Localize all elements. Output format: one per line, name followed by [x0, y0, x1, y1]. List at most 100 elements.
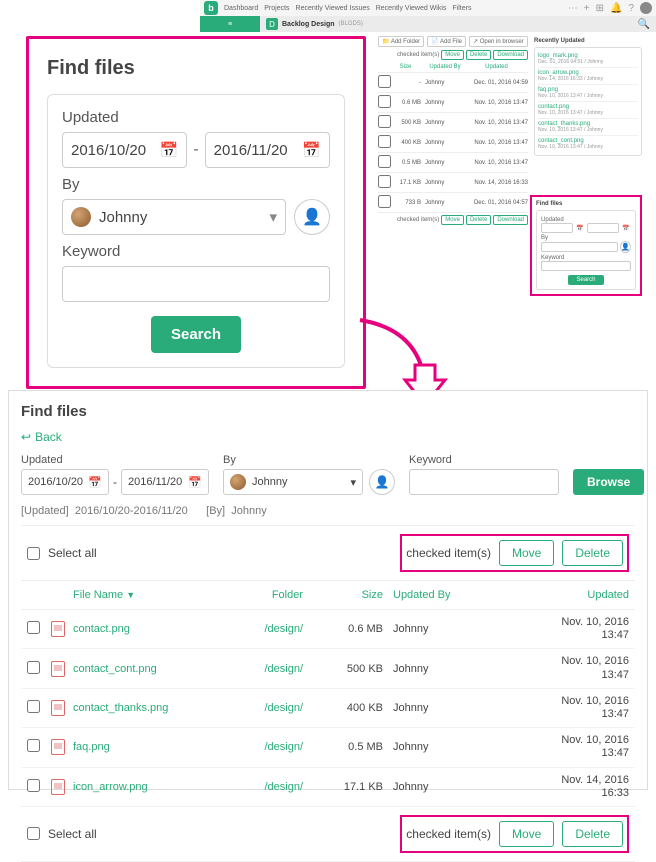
keyword-input[interactable] [62, 266, 330, 302]
folder-link[interactable]: /design/ [264, 663, 303, 675]
plus-icon[interactable]: + [584, 3, 590, 14]
select-all-checkbox[interactable] [27, 827, 40, 840]
date-to-input[interactable]: 2016/11/20📅 [121, 469, 209, 495]
keyword-input[interactable] [541, 261, 631, 271]
calendar-icon[interactable]: 📅 [302, 141, 321, 159]
file-name-link[interactable]: contact_thanks.png [73, 702, 168, 714]
recent-item[interactable]: logo_mark.png Dec. 01, 2016 04:51 / John… [538, 51, 638, 68]
move-button[interactable]: Move [499, 821, 554, 847]
by-label: By [223, 454, 395, 466]
row-checkbox[interactable] [27, 621, 40, 634]
cell-updated: Nov. 14, 201616:33 [493, 774, 629, 800]
select-all-checkbox[interactable] [27, 547, 40, 560]
add-folder-button[interactable]: 📁 Add Folder [378, 36, 424, 47]
move-button[interactable]: Move [441, 215, 464, 225]
search-button[interactable]: Search [151, 316, 241, 353]
add-file-button[interactable]: 📄 Add File [427, 36, 466, 47]
nav-dashboard[interactable]: Dashboard [224, 5, 258, 12]
delete-button[interactable]: Delete [562, 821, 623, 847]
cell-updated-by: Johnny [425, 80, 465, 86]
app-logo[interactable]: b [204, 1, 218, 15]
hamburger-icon[interactable]: ≡ [200, 16, 260, 32]
person-picker-icon[interactable]: 👤 [620, 241, 631, 253]
date-from-input[interactable] [541, 223, 573, 233]
col-file-name[interactable]: File Name ▼ [73, 589, 223, 601]
folder-link[interactable]: /design/ [264, 702, 303, 714]
find-files-title: Find files [47, 57, 345, 80]
open-in-browser-button[interactable]: ↗ Open in browser [469, 36, 528, 47]
download-button[interactable]: Download [493, 50, 528, 60]
keyword-label: Keyword [409, 454, 559, 466]
row-checkbox[interactable] [27, 779, 40, 792]
download-button[interactable]: Download [493, 215, 528, 225]
recent-item[interactable]: faq.png Nov. 10, 2016 13:47 / Johnny [538, 85, 638, 102]
move-button[interactable]: Move [499, 540, 554, 566]
col-updated[interactable]: Updated [493, 589, 629, 601]
more-icon[interactable]: ⋯ [568, 3, 578, 14]
col-size[interactable]: Size [313, 589, 393, 601]
cell-updated-by: Johnny [393, 781, 493, 793]
search-button[interactable]: Search [568, 275, 603, 285]
recent-item[interactable]: contact.png Nov. 10, 2016 13:47 / Johnny [538, 102, 638, 119]
file-name-link[interactable]: contact.png [73, 623, 130, 635]
back-link[interactable]: ↩ Back [21, 430, 62, 444]
row-checkbox[interactable] [27, 739, 40, 752]
folder-link[interactable]: /design/ [264, 741, 303, 753]
recent-item[interactable]: icon_arrow.png Nov. 14, 2016 16:33 / Joh… [538, 68, 638, 85]
cell-updated: Nov. 10, 201613:47 [493, 695, 629, 721]
recent-meta: Nov. 10, 2016 13:47 / Johnny [538, 110, 638, 116]
bell-icon[interactable]: 🔔 [610, 3, 622, 14]
date-from-input[interactable]: 2016/10/20📅 [21, 469, 109, 495]
results-panel: Find files ↩ Back Updated 2016/10/20📅 - … [8, 390, 648, 790]
cell-updated-by: Johnny [425, 140, 465, 146]
table-row: contact.png /design/ 0.6 MB Johnny Nov. … [21, 610, 635, 649]
delete-button[interactable]: Delete [466, 50, 491, 60]
search-icon[interactable]: 🔍 [638, 19, 650, 30]
cell-size: - [390, 80, 425, 86]
col-updated-by[interactable]: Updated By [393, 589, 493, 601]
by-select[interactable]: Johnny ▾ [223, 469, 363, 495]
row-checkbox[interactable] [27, 700, 40, 713]
by-select[interactable]: Johnny ▾ [62, 199, 286, 235]
recent-item[interactable]: contact_cont.png Nov. 10, 2016 13:47 / J… [538, 136, 638, 152]
calendar-icon[interactable]: 📅 [621, 225, 631, 232]
col-folder[interactable]: Folder [223, 589, 313, 601]
delete-button[interactable]: Delete [562, 540, 623, 566]
file-name-link[interactable]: icon_arrow.png [73, 781, 148, 793]
file-name-link[interactable]: faq.png [73, 741, 110, 753]
date-separator: - [113, 475, 117, 489]
project-icon: D [266, 18, 278, 30]
nav-projects[interactable]: Projects [264, 5, 289, 12]
date-to-input[interactable]: 2016/11/20 📅 [205, 132, 330, 168]
keyword-input[interactable] [409, 469, 559, 495]
move-button[interactable]: Move [441, 50, 464, 60]
browse-button[interactable]: Browse [573, 469, 644, 495]
folder-link[interactable]: /design/ [264, 781, 303, 793]
calendar-icon[interactable]: 📅 [160, 141, 179, 159]
date-to-input[interactable] [587, 223, 619, 233]
date-from-input[interactable]: 2016/10/20 📅 [62, 132, 187, 168]
file-name-link[interactable]: contact_cont.png [73, 663, 157, 675]
cell-size: 0.5 MB [313, 741, 393, 753]
help-icon[interactable]: ? [628, 3, 634, 14]
recently-updated-panel: Recently Updated logo_mark.png Dec. 01, … [534, 38, 642, 156]
nav-filters[interactable]: Filters [452, 5, 471, 12]
grid-icon[interactable]: ⊞ [596, 3, 604, 14]
recent-item[interactable]: contact_thanks.png Nov. 10, 2016 13:47 /… [538, 119, 638, 136]
person-picker-icon[interactable]: 👤 [369, 469, 395, 495]
cell-updated: Dec. 01, 2016 04:59 [465, 80, 528, 86]
by-select[interactable] [541, 242, 618, 252]
calendar-icon[interactable]: 📅 [575, 225, 585, 232]
calendar-icon[interactable]: 📅 [88, 476, 102, 489]
user-avatar[interactable] [640, 2, 652, 14]
calendar-icon[interactable]: 📅 [188, 476, 202, 489]
folder-link[interactable]: /design/ [264, 623, 303, 635]
person-picker-icon[interactable]: 👤 [294, 199, 330, 235]
row-checkbox[interactable] [27, 661, 40, 674]
delete-button[interactable]: Delete [466, 215, 491, 225]
table-row: icon_arrow.png /design/ 17.1 KB Johnny N… [21, 768, 635, 807]
user-avatar [230, 474, 246, 490]
nav-recent-wikis[interactable]: Recently Viewed Wikis [376, 5, 447, 12]
table-row: 500 KB Johnny Nov. 10, 2016 13:47 [378, 113, 528, 133]
nav-recent-issues[interactable]: Recently Viewed Issues [296, 5, 370, 12]
